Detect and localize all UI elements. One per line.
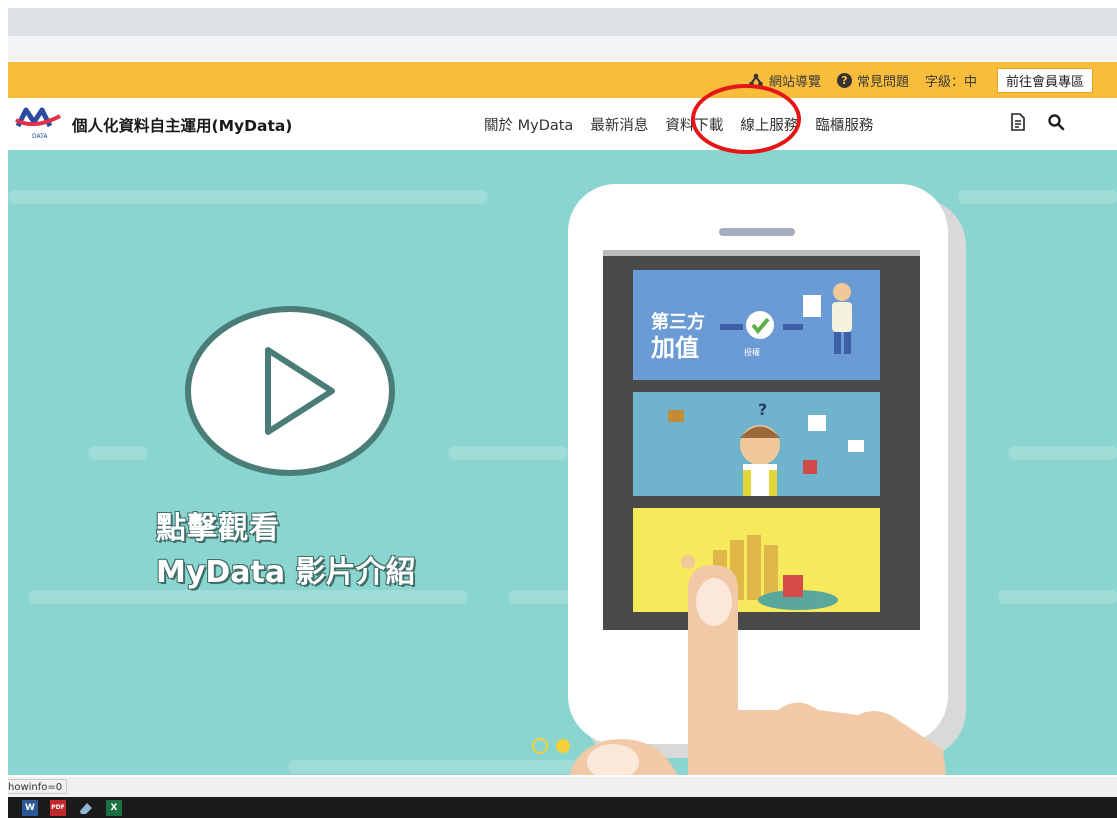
panel1-small: 授權: [744, 347, 760, 357]
eraser-icon[interactable]: [78, 800, 94, 816]
browser-tab-strip: [8, 8, 1117, 36]
faq-link[interactable]: ? 常見問題: [836, 71, 909, 90]
status-url: howinfo=0: [8, 779, 68, 794]
site-title[interactable]: 個人化資料自主運用(MyData): [72, 114, 292, 136]
search-icon[interactable]: [1046, 112, 1066, 132]
question-icon: ?: [836, 72, 852, 88]
sitemap-label: 網站導覽: [768, 74, 821, 90]
nav-tools: [1008, 112, 1066, 132]
browser-window: 網站導覽 ? 常見問題 字級：中 前往會員專區 DATA 個人化資料自主運用(M…: [8, 0, 1117, 818]
hero-illustration: 第三方 加值 授權 ?: [8, 184, 1117, 775]
font-size-selector[interactable]: 字級：中: [925, 71, 977, 90]
sitemap-link[interactable]: 網站導覽: [748, 71, 821, 90]
logo-text: DATA: [32, 133, 48, 140]
play-icon: [185, 306, 395, 476]
nav-item-counter-service[interactable]: 臨櫃服務: [815, 114, 873, 135]
os-taskbar: W PDF X: [8, 797, 1117, 818]
member-area-button[interactable]: 前往會員專區: [996, 67, 1093, 93]
utility-bar: 網站導覽 ? 常見問題 字級：中 前往會員專區: [8, 62, 1117, 98]
play-video-button[interactable]: [184, 305, 396, 477]
faq-label: 常見問題: [856, 74, 909, 90]
browser-status-bar: howinfo=0: [8, 777, 1117, 797]
hero-caption-line1: 點擊觀看: [156, 511, 280, 546]
document-icon[interactable]: [1008, 112, 1028, 132]
panel1-text: 第三方: [651, 311, 705, 333]
nav-item-download[interactable]: 資料下載: [665, 114, 723, 135]
browser-bookmark-bar: [8, 36, 1117, 62]
mydata-logo[interactable]: DATA: [14, 106, 64, 140]
pdf-icon[interactable]: PDF: [50, 799, 66, 816]
panel1-text2: 加值: [651, 334, 699, 362]
nav-item-news[interactable]: 最新消息: [590, 114, 648, 135]
svg-text:?: ?: [758, 400, 767, 419]
excel-icon[interactable]: X: [106, 799, 122, 816]
hero-video-banner[interactable]: 第三方 加值 授權 ? 點擊觀看 MyData 影片介紹: [8, 150, 1117, 775]
nav-menu: 關於 MyData 最新消息 資料下載 線上服務 臨櫃服務: [484, 114, 873, 135]
hero-caption-line2: MyData 影片介紹: [156, 554, 416, 590]
main-navigation: DATA 個人化資料自主運用(MyData) 關於 MyData 最新消息 資料…: [8, 98, 1117, 150]
nav-item-about[interactable]: 關於 MyData: [484, 114, 573, 135]
nav-item-online-service[interactable]: 線上服務: [740, 114, 798, 135]
word-icon[interactable]: W: [22, 799, 38, 816]
hero-caption: 點擊觀看 MyData 影片介紹: [156, 510, 416, 591]
sitemap-icon: [748, 72, 764, 88]
